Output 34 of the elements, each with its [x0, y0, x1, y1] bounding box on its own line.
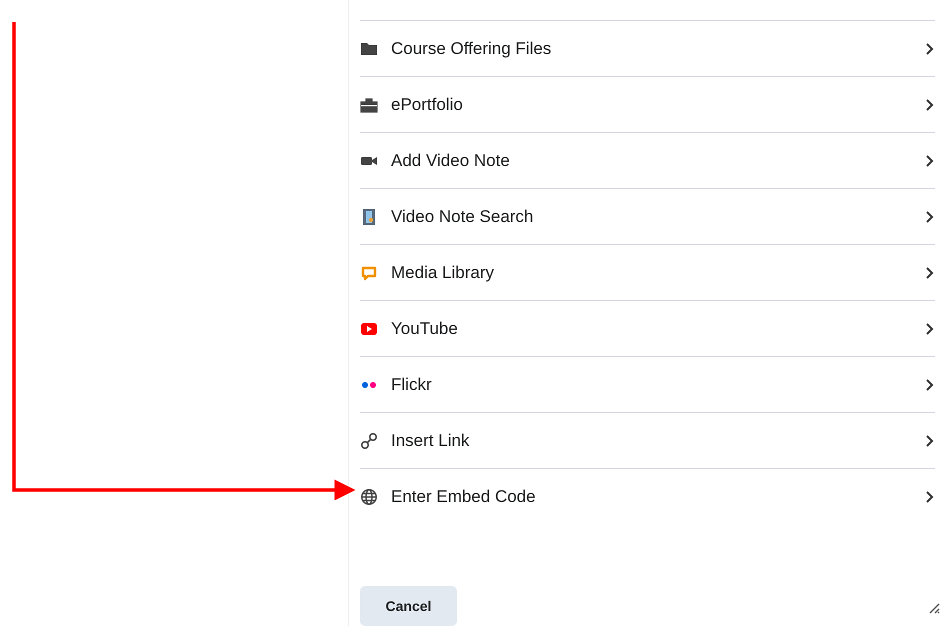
menu-item[interactable]: Insert Link [360, 412, 935, 468]
menu-item-label: Enter Embed Code [391, 486, 537, 506]
cancel-button[interactable]: Cancel [360, 586, 457, 626]
menu-item-label: Flickr [391, 374, 433, 394]
menu-item[interactable]: Course Offering Files [360, 20, 935, 76]
chevron-right-icon [925, 210, 935, 224]
chevron-right-icon [925, 98, 935, 112]
link-icon [360, 432, 378, 450]
menu-item-label: Insert Link [391, 430, 470, 450]
menu-item[interactable]: Video Note Search [360, 188, 935, 244]
briefcase-icon [360, 96, 378, 114]
menu-item-label: Course Offering Files [391, 38, 552, 58]
chevron-right-icon [925, 154, 935, 168]
menu-item-label: Media Library [391, 262, 495, 282]
film-icon [360, 208, 378, 226]
menu-item[interactable]: ePortfolio [360, 76, 935, 132]
menu-item[interactable]: Add Video Note [360, 132, 935, 188]
chevron-right-icon [925, 322, 935, 336]
chevron-right-icon [925, 266, 935, 280]
chevron-right-icon [925, 434, 935, 448]
resize-handle-icon[interactable] [928, 602, 940, 614]
menu-item-label: YouTube [391, 318, 459, 338]
globe-icon [360, 488, 378, 506]
menu-item[interactable]: YouTube [360, 300, 935, 356]
chevron-right-icon [925, 42, 935, 56]
menu-item-label: Video Note Search [391, 206, 534, 226]
chevron-right-icon [925, 378, 935, 392]
two-dots-icon [362, 382, 376, 388]
menu-item[interactable]: Enter Embed Code [360, 468, 935, 524]
menu-item[interactable]: Media Library [360, 244, 935, 300]
menu-item[interactable]: Flickr [360, 356, 935, 412]
menu-item-label: ePortfolio [391, 94, 464, 114]
chevron-right-icon [925, 490, 935, 504]
menu-item-label: Add Video Note [391, 150, 511, 170]
